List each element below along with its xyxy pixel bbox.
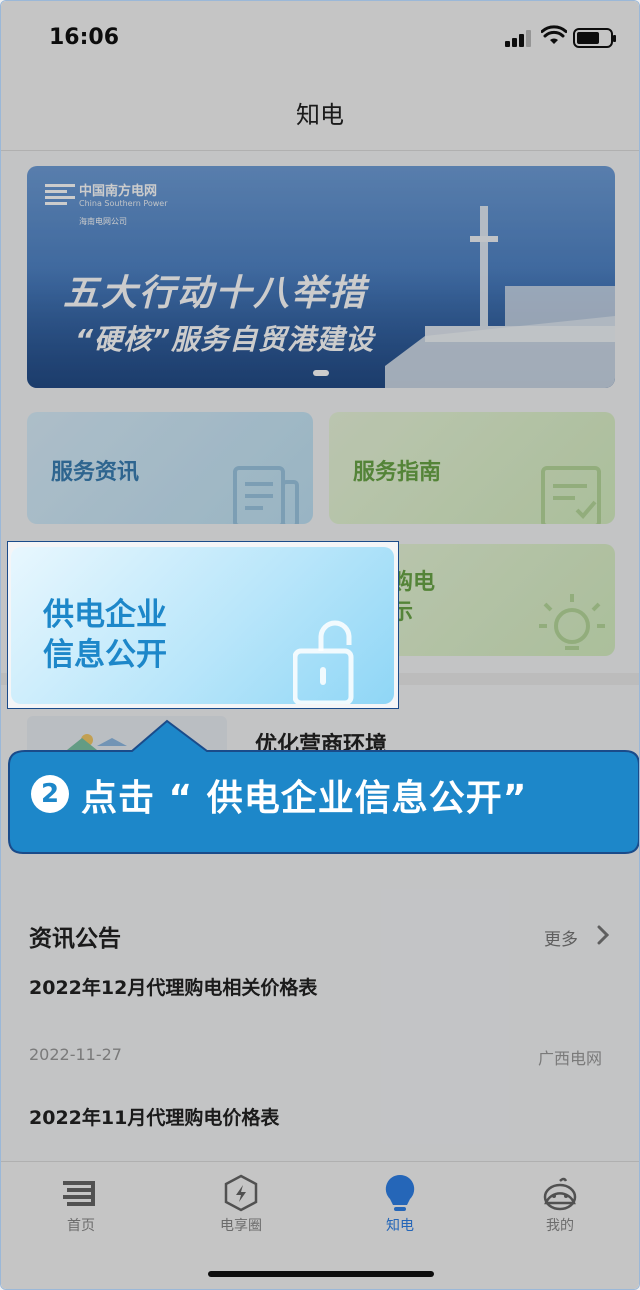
supply-info-label-line1: 供电企业 (43, 597, 167, 633)
callout-text: 点击 “ 供电企业信息公开” (81, 778, 528, 819)
unlock-icon (293, 620, 354, 704)
app-screen: 16:06 知电 中国南方电网 China Southern Power 海南电… (0, 0, 640, 1290)
supply-info-disclosure-card[interactable]: 供电企业 信息公开 (11, 547, 394, 704)
supply-info-label-line2: 信息公开 (43, 637, 167, 673)
step-number-badge: 2 (31, 775, 69, 813)
